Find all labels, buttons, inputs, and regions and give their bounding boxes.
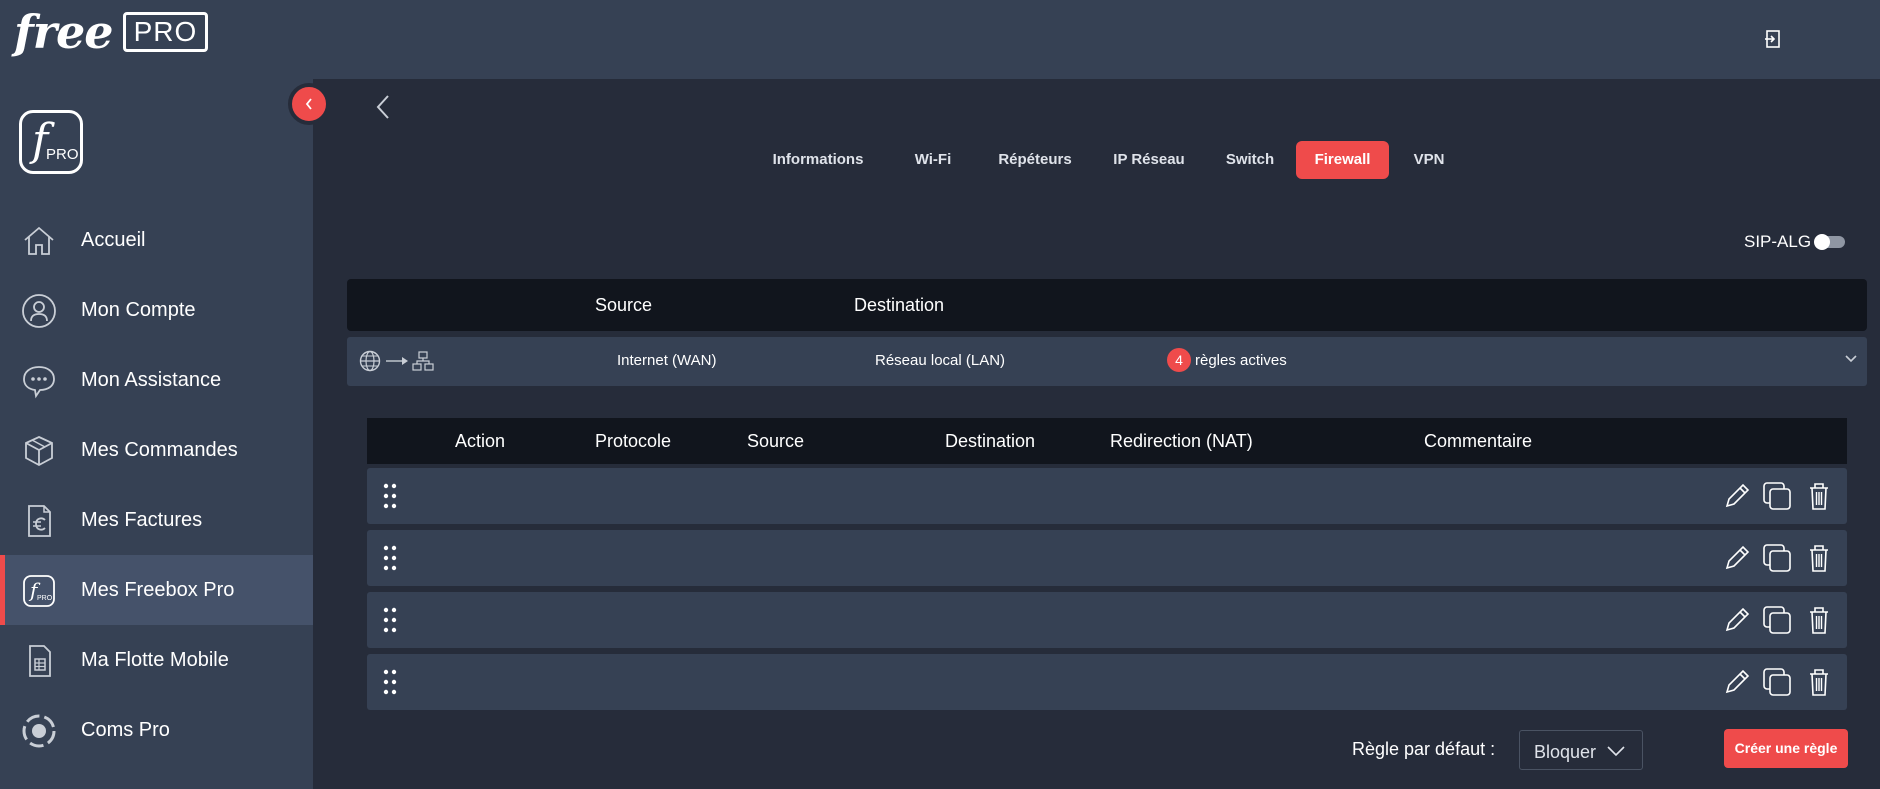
edit-icon[interactable] [1721, 604, 1753, 636]
coms-icon [22, 714, 56, 748]
logout-icon[interactable] [1763, 28, 1785, 50]
main-content: Informations Wi-Fi Répéteurs IP Réseau S… [313, 79, 1880, 789]
arrow-right-icon [386, 357, 408, 365]
table-row[interactable] [367, 530, 1847, 586]
row-actions [1721, 480, 1841, 512]
drag-handle-icon[interactable] [383, 483, 397, 509]
trash-icon[interactable] [1803, 604, 1835, 636]
chevron-left-icon [305, 98, 312, 110]
sidebar-item-mes-factures[interactable]: Mes Factures [0, 485, 313, 555]
trash-icon[interactable] [1803, 666, 1835, 698]
table-row[interactable] [367, 468, 1847, 524]
active-rules-count-badge: 4 [1167, 348, 1191, 372]
tab-wifi[interactable]: Wi-Fi [893, 141, 973, 179]
sip-alg-toggle[interactable] [1814, 234, 1846, 250]
package-icon [25, 436, 53, 467]
top-bar: free PRO [0, 0, 1880, 79]
rule-group-row[interactable]: Internet (WAN) Réseau local (LAN) 4 règl… [347, 337, 1867, 386]
sip-alg-setting: SIP-ALG [1744, 232, 1846, 252]
freebox-pro-logo: f PRO [19, 110, 83, 174]
drag-handle-icon[interactable] [383, 545, 397, 571]
invoice-euro-icon [28, 505, 51, 537]
header-destination: Destination [945, 431, 1036, 451]
sidebar-item-coms-pro[interactable]: Coms Pro [0, 695, 313, 765]
sidebar-item-label: Accueil [81, 228, 146, 251]
sidebar-item-accueil[interactable]: Accueil [0, 205, 313, 275]
drag-handle-icon[interactable] [383, 669, 397, 695]
sip-alg-label: SIP-ALG [1744, 232, 1812, 251]
rules-detail-header: Action Protocole Source Destination Redi… [367, 418, 1847, 464]
sidebar-item-label: Mes Factures [81, 508, 203, 531]
sidebar: f PRO Accueil Mon Compte Mon Assistance … [0, 79, 313, 789]
table-row[interactable] [367, 654, 1847, 710]
wan-to-lan-icon [359, 350, 434, 372]
back-arrow-icon[interactable] [375, 93, 391, 121]
tab-switch[interactable]: Switch [1210, 141, 1290, 179]
logo-pro-text: PRO [122, 12, 209, 52]
sidebar-item-mon-assistance[interactable]: Mon Assistance [0, 345, 313, 415]
sidebar-item-label: Mes Commandes [81, 438, 238, 461]
globe-icon [359, 350, 381, 372]
edit-icon[interactable] [1721, 666, 1753, 698]
chat-icon [23, 366, 55, 399]
sidebar-nav: Accueil Mon Compte Mon Assistance Mes Co… [0, 205, 313, 765]
header-action: Action [455, 431, 506, 451]
collapse-sidebar-button[interactable] [288, 83, 330, 125]
duplicate-icon[interactable] [1761, 480, 1793, 512]
free-pro-logo[interactable]: free PRO [14, 5, 209, 59]
tab-vpn[interactable]: VPN [1394, 141, 1464, 179]
logo-free-text: free [14, 5, 114, 59]
tab-ip-reseau[interactable]: IP Réseau [1095, 141, 1203, 179]
sidebar-item-label: Ma Flotte Mobile [81, 648, 229, 671]
user-icon [22, 294, 56, 328]
sidebar-item-mes-commandes[interactable]: Mes Commandes [0, 415, 313, 485]
rule-destination: Réseau local (LAN) [875, 352, 1006, 369]
duplicate-icon[interactable] [1761, 666, 1793, 698]
default-rule-label: Règle par défaut : [1352, 739, 1496, 759]
trash-icon[interactable] [1803, 480, 1835, 512]
chevron-down-icon [1607, 746, 1625, 757]
create-rule-button[interactable]: Créer une règle [1724, 729, 1848, 768]
freebox-pro-icon: f PRO [23, 575, 55, 607]
rules-table-header: Source Destination [347, 279, 1867, 331]
drag-handle-icon[interactable] [383, 607, 397, 633]
tab-firewall[interactable]: Firewall [1296, 141, 1389, 179]
default-rule-value: Bloquer [1534, 742, 1597, 762]
trash-icon[interactable] [1803, 542, 1835, 574]
tab-informations[interactable]: Informations [753, 141, 883, 179]
logo-pro-letters: PRO [46, 146, 79, 163]
header-commentaire: Commentaire [1424, 431, 1533, 451]
sidebar-item-label: Coms Pro [81, 718, 170, 741]
sidebar-item-label: Mon Compte [81, 298, 196, 321]
header-destination: Destination [854, 295, 945, 315]
active-rules-label: règles actives [1195, 352, 1287, 369]
row-actions [1721, 666, 1841, 698]
tab-repeteurs[interactable]: Répéteurs [982, 141, 1088, 179]
sim-card-icon [29, 645, 51, 677]
sidebar-item-label: Mon Assistance [81, 368, 222, 391]
header-redirection-nat: Redirection (NAT) [1110, 431, 1253, 451]
chevron-down-icon[interactable] [1844, 354, 1858, 364]
edit-icon[interactable] [1721, 542, 1753, 574]
duplicate-icon[interactable] [1761, 604, 1793, 636]
home-icon [24, 226, 54, 255]
header-source: Source [595, 295, 653, 315]
sidebar-item-label: Mes Freebox Pro [81, 578, 235, 601]
sidebar-item-mon-compte[interactable]: Mon Compte [0, 275, 313, 345]
row-actions [1721, 542, 1841, 574]
table-row[interactable] [367, 592, 1847, 648]
network-icon [412, 351, 434, 371]
sidebar-item-ma-flotte-mobile[interactable]: Ma Flotte Mobile [0, 625, 313, 695]
sidebar-item-mes-freebox-pro[interactable]: f PRO Mes Freebox Pro [0, 555, 313, 625]
header-protocole: Protocole [595, 431, 672, 451]
toggle-knob [1814, 234, 1831, 250]
tab-bar: Informations Wi-Fi Répéteurs IP Réseau S… [313, 141, 1880, 179]
duplicate-icon[interactable] [1761, 542, 1793, 574]
header-source: Source [747, 431, 805, 451]
rule-source: Internet (WAN) [617, 352, 717, 369]
edit-icon[interactable] [1721, 480, 1753, 512]
svg-text:PRO: PRO [37, 595, 53, 602]
row-actions [1721, 604, 1841, 636]
default-rule-select[interactable]: Bloquer [1519, 730, 1643, 770]
